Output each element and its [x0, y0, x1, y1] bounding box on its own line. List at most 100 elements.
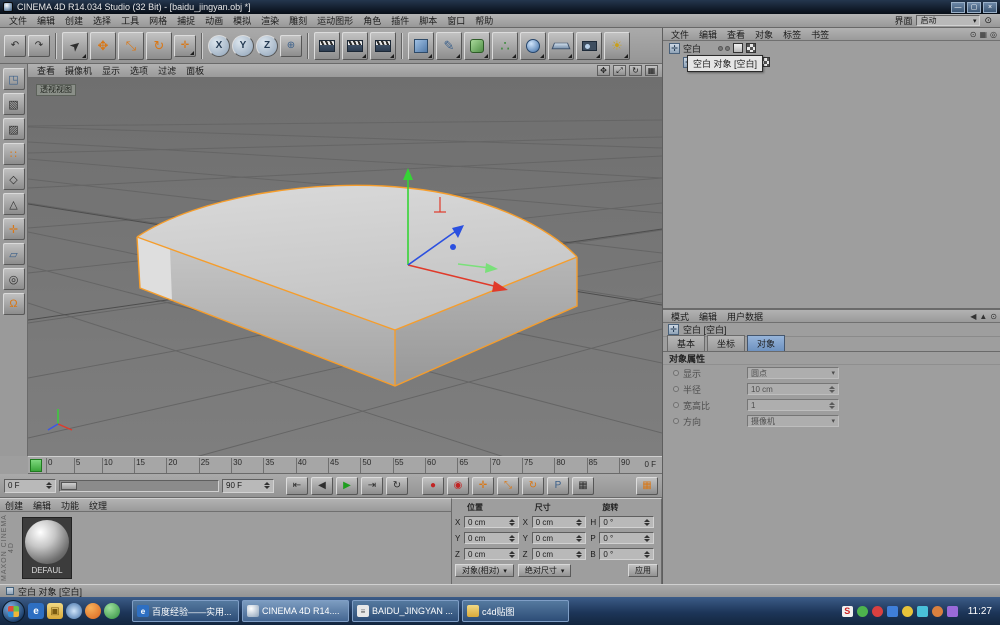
add-cube-button[interactable]	[408, 32, 434, 60]
record-parameter-toggle[interactable]: P	[547, 477, 569, 495]
menu-item[interactable]: 网格	[144, 14, 172, 27]
scale-tool-button[interactable]: ⤡	[118, 32, 144, 60]
size-y-spinner[interactable]	[576, 535, 582, 542]
timeline-playhead[interactable]	[30, 459, 42, 472]
record-pla-toggle[interactable]: ▦	[572, 477, 594, 495]
record-scale-toggle[interactable]: ⤡	[497, 477, 519, 495]
app-quicklaunch-icon[interactable]	[104, 603, 120, 619]
tray-icon[interactable]	[902, 606, 913, 617]
add-light-button[interactable]: ☀	[604, 32, 630, 60]
taskbar-task-notepad[interactable]: ≡BAIDU_JINGYAN ...	[352, 600, 459, 622]
viewport-menu-item[interactable]: 查看	[32, 64, 60, 77]
render-settings-button[interactable]	[370, 32, 396, 60]
record-rotation-toggle[interactable]: ↻	[522, 477, 544, 495]
menu-item[interactable]: 编辑	[32, 14, 60, 27]
viewport-solo-button[interactable]: ◎	[3, 268, 25, 290]
lock-z-axis-button[interactable]: Z	[256, 35, 278, 57]
sogou-input-icon[interactable]: S	[842, 606, 853, 617]
apply-button[interactable]: 应用	[628, 564, 658, 577]
keyframe-selection-button[interactable]: ▦	[636, 477, 658, 495]
pos-x-spinner[interactable]	[509, 519, 515, 526]
material-menu-item[interactable]: 功能	[56, 499, 84, 511]
last-tool-button[interactable]: ✛	[174, 35, 196, 57]
menu-item[interactable]: 捕捉	[172, 14, 200, 27]
add-deformer-button[interactable]: ∴	[492, 32, 518, 60]
tray-icon[interactable]	[857, 606, 868, 617]
menu-item[interactable]: 动画	[200, 14, 228, 27]
anim-dot-icon[interactable]	[673, 370, 679, 376]
texture-tag-icon[interactable]	[746, 43, 756, 53]
taskbar-task-browser[interactable]: e百度经验——实用...	[132, 600, 239, 622]
size-z-field[interactable]: 0 cm	[532, 548, 587, 560]
model-mode-button[interactable]: ▧	[3, 93, 25, 115]
menu-item[interactable]: 窗口	[442, 14, 470, 27]
menu-item[interactable]: 工具	[116, 14, 144, 27]
undo-button[interactable]: ↶	[4, 35, 26, 57]
taskbar-task-folder[interactable]: c4d贴图	[462, 600, 569, 622]
end-frame-field[interactable]: 90 F	[222, 479, 274, 493]
workplane-mode-button[interactable]: ▱	[3, 243, 25, 265]
material-menu-item[interactable]: 创建	[0, 499, 28, 511]
visibility-dots[interactable]	[718, 46, 730, 51]
pos-y-field[interactable]: 0 cm	[464, 532, 519, 544]
autokey-button[interactable]: ◉	[447, 477, 469, 495]
start-button[interactable]	[2, 600, 25, 623]
render-view-button[interactable]	[314, 32, 340, 60]
frame-slider-handle[interactable]	[61, 482, 77, 490]
display-tag-icon[interactable]	[733, 43, 743, 53]
viewport-menu-item[interactable]: 摄像机	[60, 64, 97, 77]
material-thumbnail[interactable]: DEFAUL	[22, 517, 72, 579]
maximize-button[interactable]: ▢	[967, 2, 981, 13]
aspect-ratio-field[interactable]: 1	[747, 399, 839, 411]
size-mode-dropdown[interactable]: 绝对尺寸▾	[518, 564, 572, 577]
add-floor-button[interactable]	[548, 32, 574, 60]
tray-icon[interactable]	[932, 606, 943, 617]
play-button[interactable]: ▶	[336, 477, 358, 495]
goto-start-button[interactable]: ⇤	[286, 477, 308, 495]
size-z-spinner[interactable]	[576, 551, 582, 558]
attr-up-icon[interactable]: ▲	[979, 312, 987, 321]
size-x-spinner[interactable]	[576, 519, 582, 526]
menu-item[interactable]: 雕刻	[284, 14, 312, 27]
object-manager-menu-item[interactable]: 书签	[806, 28, 834, 40]
object-row-parent[interactable]: ✛ 空白	[663, 41, 1000, 55]
viewport-canvas[interactable]	[28, 78, 662, 456]
perspective-viewport[interactable]: 查看摄像机显示选项过滤面板 ✥ ⤢ ↻ ▦	[28, 64, 662, 456]
media-player-quicklaunch-icon[interactable]	[66, 603, 82, 619]
pos-x-field[interactable]: 0 cm	[464, 516, 519, 528]
points-mode-button[interactable]: ∷	[3, 143, 25, 165]
object-manager-menu-item[interactable]: 文件	[666, 28, 694, 40]
pos-z-field[interactable]: 0 cm	[464, 548, 519, 560]
end-frame-spinner[interactable]	[264, 482, 270, 489]
edges-mode-button[interactable]: ◇	[3, 168, 25, 190]
om-filter-icon[interactable]: ▦	[979, 30, 987, 39]
start-frame-field[interactable]: 0 F	[4, 479, 56, 493]
anim-dot-icon[interactable]	[673, 386, 679, 392]
viewport-menu-item[interactable]: 选项	[125, 64, 153, 77]
rot-b-field[interactable]: 0 °	[599, 548, 654, 560]
polygons-mode-button[interactable]: △	[3, 193, 25, 215]
menu-item[interactable]: 文件	[4, 14, 32, 27]
viewport-menu-item[interactable]: 显示	[97, 64, 125, 77]
aspect-ratio-spinner[interactable]	[829, 402, 835, 409]
tab-coordinates[interactable]: 坐标	[707, 335, 745, 351]
tray-icon[interactable]	[947, 606, 958, 617]
radius-field[interactable]: 10 cm	[747, 383, 839, 395]
menu-item[interactable]: 角色	[358, 14, 386, 27]
pos-z-spinner[interactable]	[509, 551, 515, 558]
render-picture-viewer-button[interactable]	[342, 32, 368, 60]
tray-icon[interactable]	[887, 606, 898, 617]
add-sky-button[interactable]	[520, 32, 546, 60]
menu-item[interactable]: 模拟	[228, 14, 256, 27]
material-menu-item[interactable]: 纹理	[84, 499, 112, 511]
rot-p-field[interactable]: 0 °	[599, 532, 654, 544]
rotate-tool-button[interactable]: ↻	[146, 32, 172, 60]
om-lock-icon[interactable]: ◎	[990, 30, 997, 39]
anim-dot-icon[interactable]	[673, 402, 679, 408]
redo-button[interactable]: ↷	[28, 35, 50, 57]
attribute-menu-item[interactable]: 用户数据	[722, 310, 768, 322]
enable-axis-button[interactable]: ✛	[3, 218, 25, 240]
layout-dropdown[interactable]: 启动 ▾	[916, 15, 980, 26]
menu-item[interactable]: 渲染	[256, 14, 284, 27]
pos-y-spinner[interactable]	[509, 535, 515, 542]
